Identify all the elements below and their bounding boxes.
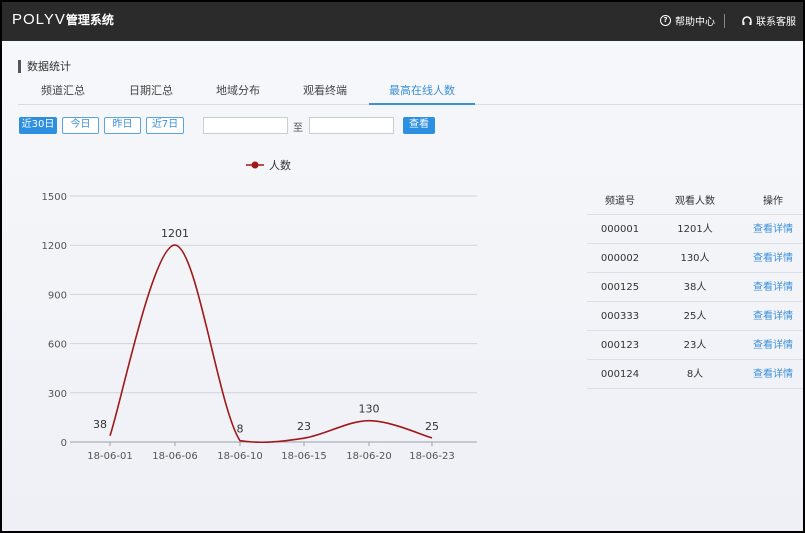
logo-system-name: 管理系统 [65, 13, 114, 27]
filter-last-30-days-button[interactable]: 近30日 [19, 117, 57, 134]
stats-tabs: 频道汇总 日期汇总 地域分布 观看终端 最高在线人数 [18, 81, 803, 105]
tab-region[interactable]: 地域分布 [193, 81, 283, 105]
table-row: 000123 23人 查看详情 [587, 331, 803, 360]
view-details-link[interactable]: 查看详情 [747, 244, 799, 273]
x-tick-label: 18-06-23 [409, 451, 454, 462]
y-tick-label: 300 [48, 389, 67, 400]
question-circle-icon: ? [660, 15, 671, 26]
table-row: 000124 8人 查看详情 [587, 360, 803, 389]
view-details-link[interactable]: 查看详情 [747, 215, 799, 244]
headset-icon [742, 15, 752, 25]
channel-id: 000125 [600, 282, 640, 293]
start-date-input[interactable] [203, 117, 288, 134]
header-channel: 频道号 [605, 196, 635, 207]
table-row: 000001 1201人 查看详情 [587, 215, 803, 244]
channel-id: 000123 [600, 340, 640, 351]
help-center-label: 帮助中心 [675, 17, 715, 28]
top-bar: POLYV管理系统 ? 帮助中心 联系客服 [2, 2, 803, 41]
x-tick-label: 18-06-15 [281, 451, 326, 462]
y-tick-label: 1200 [42, 241, 67, 252]
y-tick-label: 600 [48, 340, 67, 351]
view-details-link[interactable]: 查看详情 [747, 331, 799, 360]
logo[interactable]: POLYV管理系统 [12, 11, 114, 28]
page-title: 数据统计 [18, 58, 71, 74]
x-tick-label: 18-06-01 [87, 451, 132, 462]
data-labels: 38 1201 8 23 130 25 [93, 227, 439, 436]
page-title-text: 数据统计 [27, 60, 71, 73]
data-label: 8 [237, 423, 244, 436]
filter-today-button[interactable]: 今日 [62, 117, 99, 134]
y-tick-label: 1500 [42, 192, 67, 203]
channel-id: 000333 [600, 311, 640, 322]
contact-support-label: 联系客服 [756, 17, 796, 28]
chart-legend: 人数 [246, 159, 291, 172]
view-details-link[interactable]: 查看详情 [747, 273, 799, 302]
y-tick-label: 0 [61, 438, 67, 449]
tab-device[interactable]: 观看终端 [280, 81, 370, 105]
channel-id: 000001 [600, 224, 640, 235]
app-frame: POLYV管理系统 ? 帮助中心 联系客服 数据统计 频道汇总 日期汇总 地域分… [2, 2, 803, 531]
viewer-count: 8人 [686, 369, 704, 380]
y-tick-label: 900 [48, 290, 67, 301]
data-label: 38 [93, 418, 107, 431]
filter-last-7-days-button[interactable]: 近7日 [146, 117, 184, 134]
view-details-link[interactable]: 查看详情 [747, 302, 799, 331]
x-tick-label: 18-06-06 [152, 451, 197, 462]
x-tick-label: 18-06-20 [346, 451, 391, 462]
help-center-link[interactable]: ? 帮助中心 [660, 13, 715, 28]
filter-yesterday-button[interactable]: 昨日 [104, 117, 141, 134]
logo-text: POLYV [12, 11, 66, 28]
x-tick-label: 18-06-10 [217, 451, 262, 462]
end-date-input[interactable] [309, 117, 394, 134]
title-accent-bar [18, 59, 21, 73]
peak-online-chart: 人数 030060090012001500 18-06-01 18-06-06 18… [42, 159, 477, 462]
legend-label: 人数 [269, 159, 291, 172]
channel-id: 000002 [600, 253, 640, 264]
tab-peak-online[interactable]: 最高在线人数 [369, 81, 475, 105]
date-range-separator: 至 [293, 123, 303, 134]
contact-support-link[interactable]: 联系客服 [742, 13, 796, 28]
header-viewers: 观看人数 [675, 196, 715, 207]
header-divider [724, 14, 725, 28]
table-row: 000333 25人 查看详情 [587, 302, 803, 331]
data-label: 1201 [161, 227, 189, 240]
table-row: 000125 38人 查看详情 [587, 273, 803, 302]
viewer-count: 23人 [683, 340, 707, 351]
viewer-count: 1201人 [677, 224, 713, 235]
viewer-count: 38人 [683, 282, 707, 293]
x-axis-ticks: 18-06-01 18-06-06 18-06-10 18-06-15 18-06-20… [87, 442, 455, 462]
view-details-link[interactable]: 查看详情 [747, 360, 799, 389]
viewer-count: 25人 [683, 311, 707, 322]
table-row: 000002 130人 查看详情 [587, 244, 803, 273]
query-button[interactable]: 查看 [403, 117, 435, 134]
tab-channel-summary[interactable]: 频道汇总 [18, 81, 108, 105]
data-label: 130 [359, 403, 380, 416]
chart-grid [70, 195, 477, 443]
legend-marker [251, 161, 259, 169]
data-label: 25 [425, 420, 439, 433]
viewer-count: 130人 [680, 253, 710, 264]
channel-id: 000124 [600, 369, 640, 380]
channel-table: 频道号 观看人数 操作 000001 1201人 查看详情 000002 130… [587, 187, 803, 389]
table-header: 频道号 观看人数 操作 [587, 187, 803, 215]
tab-date-summary[interactable]: 日期汇总 [106, 81, 196, 105]
data-label: 23 [297, 420, 311, 433]
y-axis-ticks: 0 300 600 900 1200 1500 [42, 192, 67, 449]
header-action: 操作 [763, 196, 783, 207]
